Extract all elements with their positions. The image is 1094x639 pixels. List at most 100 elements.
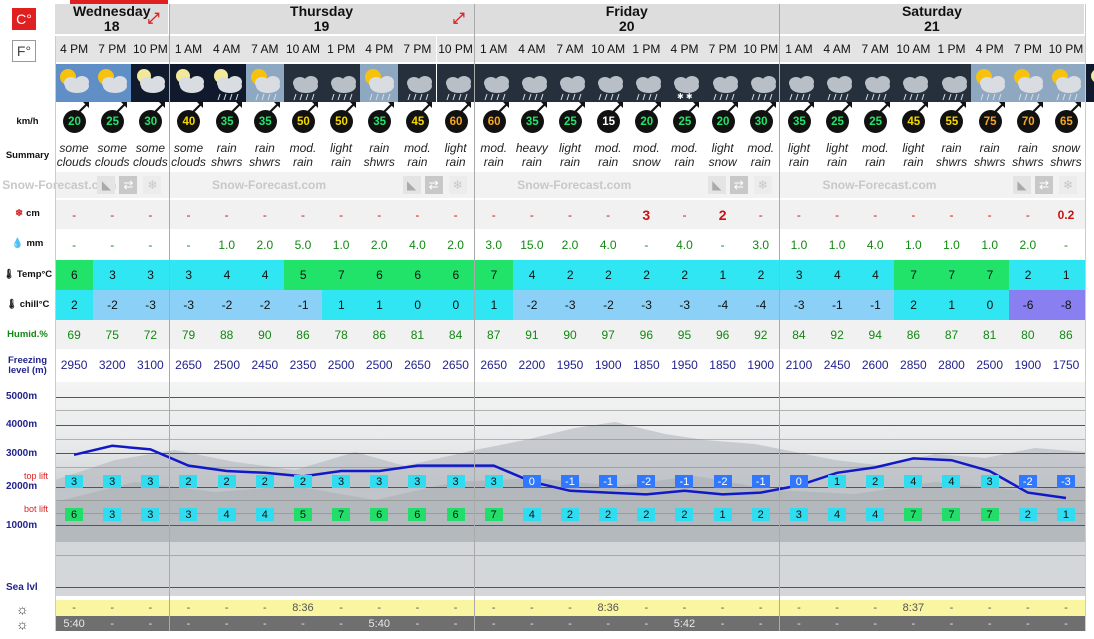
rain-cell: -: [72, 237, 77, 252]
temp-cell: 7: [894, 260, 933, 290]
wind-direction-icon: [993, 102, 1005, 113]
freezing-level-cell: 1900: [1014, 357, 1042, 372]
top-lift-temp: -1: [751, 475, 770, 488]
sunrise-cell: 8:36: [292, 602, 314, 614]
chill-cell: 1: [932, 290, 972, 320]
wind-direction-icon: [383, 102, 395, 113]
fahrenheit-button[interactable]: F°: [12, 40, 36, 62]
snow-cell: 3: [642, 206, 651, 223]
bot-lift-temp: 6: [446, 508, 465, 521]
weather-icon-sun-rain: [1008, 64, 1047, 102]
rain-label: 💧 mm: [11, 238, 44, 249]
rain-cell: 2.0: [1019, 237, 1037, 252]
expand-icon[interactable]: ⤢: [147, 10, 159, 27]
chill-cell: -8: [1046, 290, 1086, 320]
watermark-band: Snow-Forecast.com ◣ ⇄ ❄: [169, 172, 475, 198]
wind-direction-icon: [688, 102, 700, 113]
wind-direction-icon: [78, 102, 89, 113]
terrain-icon[interactable]: ◣: [1013, 176, 1032, 194]
snow-cell: -: [339, 207, 344, 222]
wind-speed: 25: [558, 110, 582, 133]
snowflake-icon[interactable]: ❄: [1059, 176, 1078, 194]
humidity-cell: 72: [143, 327, 158, 342]
chill-cell: -3: [169, 290, 209, 320]
top-lift-temp: 3: [141, 475, 160, 488]
summary-cell: mod. rain: [861, 141, 889, 169]
summary-cell: mod. rain: [594, 141, 622, 169]
chill-cell: -2: [245, 290, 285, 320]
freezing-level-cell: 3200: [98, 357, 126, 372]
humidity-cell: 75: [105, 327, 119, 342]
watermark: Snow-Forecast.com: [212, 178, 327, 192]
weather-icon-moon-clouds: [131, 64, 170, 102]
terrain-icon[interactable]: ◣: [402, 176, 421, 194]
top-lift-temp: -2: [637, 475, 656, 488]
freezing-level-cell: 2500: [327, 357, 355, 372]
wind-direction-icon: [345, 102, 357, 113]
thermometer-icon: 🌡: [2, 269, 15, 280]
time-cell: 7 PM: [398, 36, 437, 62]
summary-cell: light rain: [444, 141, 467, 169]
humidity-cell: 96: [639, 327, 653, 342]
temp-cell: 3: [131, 260, 170, 290]
wind-speed: 70: [1016, 110, 1040, 133]
sunrise-icon: ☼: [16, 601, 29, 617]
weather-icon-snow: ✱ ✱: [665, 64, 704, 102]
bot-lift-temp: 7: [942, 508, 961, 521]
day-date: 19: [313, 18, 330, 34]
altitude-label-1000: 1000m: [6, 520, 38, 531]
refresh-icon[interactable]: ⇄: [729, 176, 748, 194]
bot-lift-temp: 6: [370, 508, 389, 521]
watermark-band: Snow-Forecast.com ◣ ⇄ ❄: [2, 172, 170, 198]
watermark-band: Snow-Forecast.com ◣ ⇄ ❄: [474, 172, 780, 198]
terrain-icon[interactable]: ◣: [707, 176, 726, 194]
rain-cell: 4.0: [599, 237, 617, 252]
sunrise-cell: -: [835, 602, 839, 614]
top-lift-temp: -1: [599, 475, 618, 488]
time-cell: 4 PM: [360, 36, 399, 62]
freezing-level-cell: 2650: [404, 357, 431, 372]
rain-cell: 5.0: [294, 237, 312, 252]
snow-cell: -: [949, 207, 954, 222]
wind-direction-icon: [650, 102, 662, 113]
weather-icon-night-rain: [207, 64, 246, 102]
snow-cell: -: [682, 207, 687, 222]
temp-cell: 6: [436, 260, 476, 290]
humidity-cell: 86: [906, 327, 921, 342]
terrain-icon[interactable]: ◣: [97, 176, 116, 194]
expand-icon[interactable]: ⤢: [453, 10, 465, 27]
time-cell: 4 PM: [970, 36, 1009, 62]
freezing-level-cell: 1750: [1052, 357, 1080, 372]
forecast-table: C° F° km/h Summary ❄ cm 💧 mm 🌡 Temp°C 🌡 chil…: [0, 0, 1094, 639]
weather-icon-moon-clouds: [169, 64, 208, 102]
bot-lift-temp: 7: [332, 508, 351, 521]
snow-cell: -: [987, 207, 992, 222]
rain-cell: -: [110, 237, 115, 252]
celsius-button[interactable]: C°: [12, 8, 36, 30]
sunset-cell: -: [606, 617, 610, 630]
wind-speed: 25: [101, 110, 125, 133]
refresh-icon[interactable]: ⇄: [1035, 176, 1054, 194]
wind-direction-icon: [268, 102, 280, 113]
time-cell: 7 AM: [245, 36, 284, 62]
summary-cell: mod. rain: [480, 141, 508, 169]
wind-speed: 25: [864, 110, 888, 133]
refresh-icon[interactable]: ⇄: [119, 176, 138, 194]
snowflake-icon[interactable]: ❄: [143, 176, 162, 194]
sunset-cell: -: [835, 617, 839, 630]
snowflake-icon[interactable]: ❄: [753, 176, 772, 194]
humidity-cell: 97: [601, 327, 615, 342]
wind-speed: 30: [749, 110, 773, 133]
snow-cell: -: [415, 207, 420, 222]
refresh-icon[interactable]: ⇄: [424, 176, 443, 194]
humidity-cell: 79: [181, 327, 196, 342]
summary-cell: rain shwrs: [973, 141, 1006, 169]
sunset-cell: -: [873, 617, 878, 630]
wind-direction-icon: [307, 102, 318, 113]
time-cell: 1 AM: [169, 36, 208, 62]
rain-cell: 3.0: [752, 237, 770, 252]
sunrise-cell: -: [949, 602, 954, 614]
weather-icon-sun-rain: [360, 64, 399, 102]
wind-speed: 25: [673, 110, 697, 133]
snowflake-icon[interactable]: ❄: [448, 176, 467, 194]
